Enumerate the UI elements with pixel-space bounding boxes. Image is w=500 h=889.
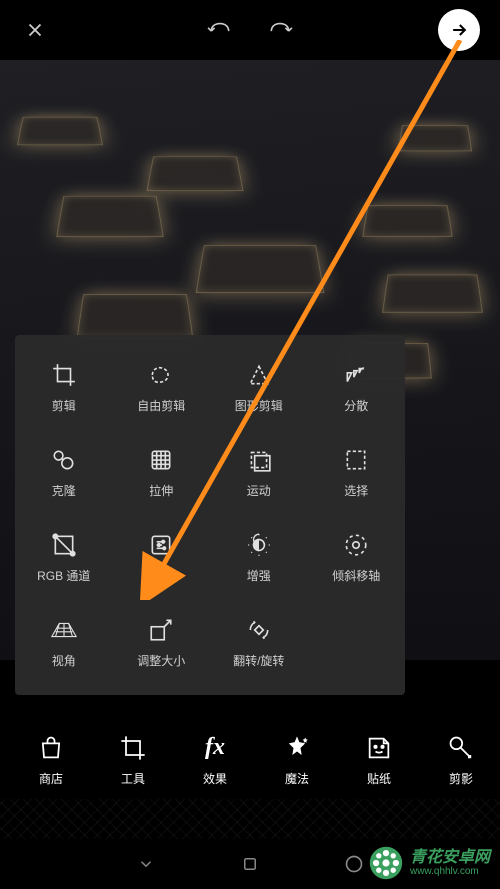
tab-sticker[interactable]: 贴纸 bbox=[338, 719, 420, 799]
tool-motion[interactable]: 运动 bbox=[210, 430, 308, 515]
tab-tools[interactable]: 工具 bbox=[92, 719, 174, 799]
tool-label: 翻转/旋转 bbox=[233, 652, 284, 669]
tool-adjust[interactable]: 调节 bbox=[113, 515, 211, 600]
select-icon bbox=[342, 446, 370, 474]
photo-element bbox=[398, 125, 472, 151]
watermark-url: www.qhhlv.com bbox=[410, 866, 490, 877]
tool-enhance[interactable]: 增强 bbox=[210, 515, 308, 600]
tab-silhouette[interactable]: 剪影 bbox=[420, 719, 500, 799]
pattern-background bbox=[0, 799, 500, 839]
resize-icon bbox=[147, 616, 175, 644]
tab-label: 工具 bbox=[121, 770, 145, 787]
tool-perspective[interactable]: 视角 bbox=[15, 600, 113, 685]
watermark-title: 青花安卓网 bbox=[410, 849, 490, 867]
tab-magic[interactable]: 魔法 bbox=[256, 719, 338, 799]
tool-resize[interactable]: 调整大小 bbox=[113, 600, 211, 685]
tool-shape-crop[interactable]: 图形剪辑 bbox=[210, 345, 308, 430]
tools-panel: 剪辑 自由剪辑 图形剪辑 分散 克隆 bbox=[15, 335, 405, 695]
tool-label: 运动 bbox=[247, 482, 271, 499]
tool-disperse[interactable]: 分散 bbox=[308, 345, 406, 430]
top-bar bbox=[0, 0, 500, 60]
crop-icon bbox=[50, 361, 78, 389]
tab-label: 剪影 bbox=[449, 770, 473, 787]
store-icon bbox=[35, 732, 67, 764]
sticker-icon bbox=[363, 732, 395, 764]
tool-label: 选择 bbox=[344, 482, 368, 499]
tab-label: 贴纸 bbox=[367, 770, 391, 787]
undo-button[interactable] bbox=[205, 15, 235, 45]
photo-element bbox=[146, 156, 243, 191]
tool-stretch[interactable]: 拉伸 bbox=[113, 430, 211, 515]
clone-icon bbox=[50, 446, 78, 474]
tool-label: 倾斜移轴 bbox=[332, 567, 380, 584]
flip-rotate-icon bbox=[245, 616, 273, 644]
magic-icon bbox=[281, 732, 313, 764]
tool-rgb[interactable]: RGB 通道 bbox=[15, 515, 113, 600]
silhouette-icon bbox=[445, 732, 477, 764]
tab-effects[interactable]: fx 效果 bbox=[174, 719, 256, 799]
tool-flip-rotate[interactable]: 翻转/旋转 bbox=[210, 600, 308, 685]
tool-label: RGB 通道 bbox=[37, 567, 90, 584]
effects-icon: fx bbox=[199, 732, 231, 764]
watermark: 青花安卓网 www.qhhlv.com bbox=[368, 845, 490, 881]
bottom-tabs: 商店 工具 fx 效果 魔法 贴纸 剪影 bbox=[0, 719, 500, 799]
nav-recent-button[interactable] bbox=[342, 852, 366, 876]
enhance-icon bbox=[245, 531, 273, 559]
tool-free-crop[interactable]: 自由剪辑 bbox=[113, 345, 211, 430]
stretch-icon bbox=[147, 446, 175, 474]
nav-back-button[interactable] bbox=[134, 852, 158, 876]
tab-label: 效果 bbox=[203, 770, 227, 787]
tool-crop[interactable]: 剪辑 bbox=[15, 345, 113, 430]
photo-element bbox=[362, 205, 453, 237]
tools-icon bbox=[117, 732, 149, 764]
photo-element bbox=[382, 274, 483, 312]
rgb-icon bbox=[50, 531, 78, 559]
perspective-icon bbox=[50, 616, 78, 644]
tool-label: 视角 bbox=[52, 652, 76, 669]
photo-element bbox=[77, 294, 194, 338]
free-crop-icon bbox=[147, 361, 175, 389]
tab-label: 魔法 bbox=[285, 770, 309, 787]
tool-label: 分散 bbox=[344, 397, 368, 414]
redo-button[interactable] bbox=[265, 15, 295, 45]
adjust-icon bbox=[147, 531, 175, 559]
tool-label: 图形剪辑 bbox=[235, 397, 283, 414]
disperse-icon bbox=[342, 361, 370, 389]
tool-label: 拉伸 bbox=[149, 482, 173, 499]
watermark-logo-icon bbox=[368, 845, 404, 881]
tab-store[interactable]: 商店 bbox=[10, 719, 92, 799]
tool-clone[interactable]: 克隆 bbox=[15, 430, 113, 515]
tool-tilt-shift[interactable]: 倾斜移轴 bbox=[308, 515, 406, 600]
tool-label: 克隆 bbox=[52, 482, 76, 499]
photo-element bbox=[56, 196, 164, 237]
tool-label: 增强 bbox=[247, 567, 271, 584]
tab-label: 商店 bbox=[39, 770, 63, 787]
tool-select[interactable]: 选择 bbox=[308, 430, 406, 515]
tool-label: 剪辑 bbox=[52, 397, 76, 414]
tool-label: 调整大小 bbox=[137, 652, 185, 669]
photo-element bbox=[196, 245, 325, 293]
tool-label: 自由剪辑 bbox=[137, 397, 185, 414]
tilt-shift-icon bbox=[342, 531, 370, 559]
next-button[interactable] bbox=[438, 9, 480, 51]
shape-crop-icon bbox=[245, 361, 273, 389]
motion-icon bbox=[245, 446, 273, 474]
nav-home-button[interactable] bbox=[238, 852, 262, 876]
photo-element bbox=[17, 117, 103, 145]
close-button[interactable] bbox=[20, 15, 50, 45]
tool-label: 调节 bbox=[149, 567, 173, 584]
